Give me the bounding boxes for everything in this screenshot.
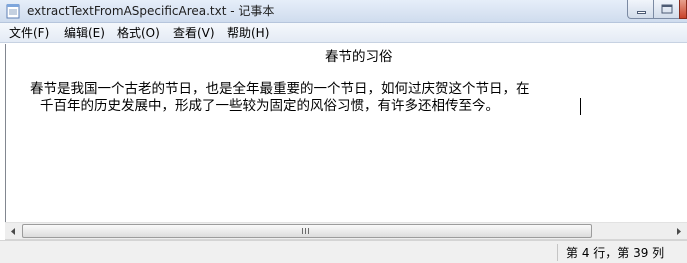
paragraph-line-2: 千百年的历史发展中，形成了一些较为固定的风俗习惯，有许多还相传至今。 xyxy=(40,98,499,114)
menu-file[interactable]: 文件(F) xyxy=(9,25,49,41)
paragraph-line-1: 春节是我国一个古老的节日，也是全年最重要的一个节日，如何过庆贺这个节日，在 xyxy=(30,81,530,97)
horizontal-scrollbar[interactable] xyxy=(5,222,687,240)
text-editor[interactable]: 春节的习俗 春节是我国一个古老的节日，也是全年最重要的一个节日，如何过庆贺这个节… xyxy=(5,44,687,222)
scroll-right-arrow-icon xyxy=(677,228,681,235)
text-caret xyxy=(580,98,581,115)
menu-edit[interactable]: 编辑(E) xyxy=(64,25,105,41)
cursor-position: 第 4 行，第 39 列 xyxy=(566,246,665,260)
scrollbar-grip xyxy=(302,228,310,234)
menu-view[interactable]: 查看(V) xyxy=(173,25,215,41)
window-title: extractTextFromASpecificArea.txt - 记事本 xyxy=(27,4,275,18)
scroll-left-arrow-icon xyxy=(11,228,15,235)
notepad-icon xyxy=(6,4,20,19)
maximize-button[interactable] xyxy=(653,0,680,19)
status-bar: 第 4 行，第 39 列 xyxy=(0,240,687,263)
status-divider xyxy=(557,244,558,261)
scrollbar-thumb[interactable] xyxy=(22,224,592,238)
title-bar[interactable]: extractTextFromASpecificArea.txt - 记事本 xyxy=(0,0,687,23)
scroll-left-button[interactable] xyxy=(5,223,22,240)
menu-format[interactable]: 格式(O) xyxy=(117,25,160,41)
close-button[interactable] xyxy=(679,0,687,19)
minimize-icon xyxy=(637,11,646,14)
maximize-icon xyxy=(661,4,673,14)
menu-bar: 文件(F) 编辑(E) 格式(O) 查看(V) 帮助(H) xyxy=(0,23,687,43)
document-title-line: 春节的习俗 xyxy=(325,49,393,65)
scroll-right-button[interactable] xyxy=(670,223,687,240)
minimize-button[interactable] xyxy=(627,0,654,19)
menu-help[interactable]: 帮助(H) xyxy=(227,25,269,41)
